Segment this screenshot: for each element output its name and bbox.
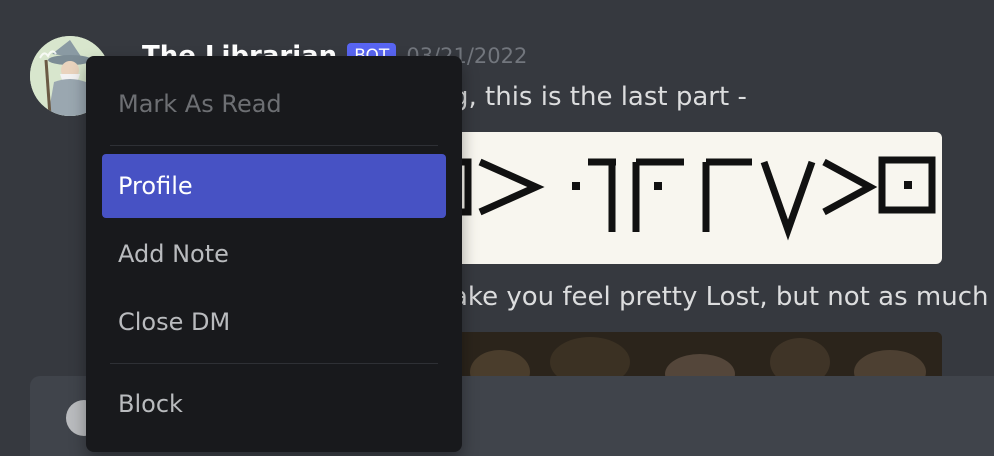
menu-separator bbox=[110, 363, 438, 364]
rune-image-attachment[interactable] bbox=[440, 132, 942, 264]
menu-item-profile[interactable]: Profile bbox=[102, 154, 446, 218]
menu-item-add-note[interactable]: Add Note bbox=[102, 222, 446, 286]
message-text-line-1: g, this is the last part - bbox=[452, 82, 747, 112]
menu-item-close-dm[interactable]: Close DM bbox=[102, 290, 446, 354]
menu-separator bbox=[110, 145, 438, 146]
menu-item-block[interactable]: Block bbox=[102, 372, 446, 436]
message-text-line-2: ake you feel pretty Lost, but not as muc… bbox=[452, 282, 989, 312]
menu-item-mark-as-read[interactable]: Mark As Read bbox=[102, 72, 446, 136]
discord-window: The Librarian BOT 03/21/2022 g, this is … bbox=[0, 0, 994, 456]
context-menu: Mark As Read Profile Add Note Close DM B… bbox=[86, 56, 462, 452]
rune-glyphs-icon bbox=[440, 156, 936, 241]
